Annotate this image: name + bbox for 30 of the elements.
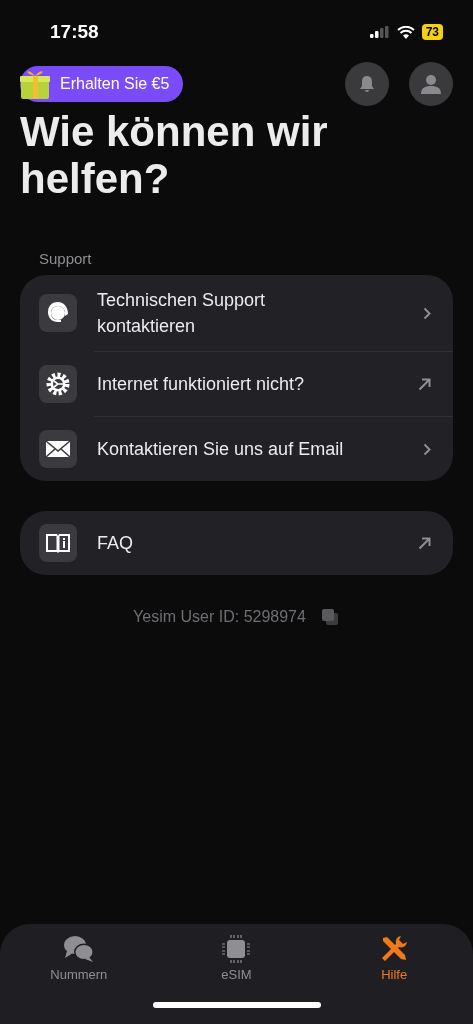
person-icon <box>420 73 442 95</box>
chevron-icon <box>423 442 431 456</box>
tab[interactable]: Nummern <box>33 934 124 982</box>
wifi-icon <box>396 25 415 39</box>
support-item[interactable]: Technischen Support kontaktieren <box>20 275 453 351</box>
support-item[interactable]: Internet funktioniert nicht? <box>20 352 453 416</box>
signal-icon <box>369 26 390 38</box>
battery-level: 73 <box>421 24 443 40</box>
headset-icon <box>39 294 77 332</box>
promo-button[interactable]: Erhalten Sie €5 <box>20 66 184 102</box>
tab[interactable]: Hilfe <box>349 934 440 982</box>
page-title: Wie können wir helfen? <box>20 108 329 202</box>
chevron-icon <box>423 306 431 320</box>
envelope-icon <box>39 430 77 468</box>
external-link-icon <box>418 377 431 391</box>
status-time: 17:58 <box>50 21 99 43</box>
user-id: Yesim User ID: 5298974 <box>133 608 306 626</box>
notifications-button[interactable] <box>345 62 389 106</box>
bell-icon <box>357 74 377 94</box>
support-item[interactable]: Kontaktieren Sie uns auf Email <box>20 417 453 481</box>
profile-button[interactable] <box>409 62 453 106</box>
book-icon <box>39 524 77 562</box>
chip-icon <box>221 934 252 964</box>
copy-icon[interactable] <box>319 607 340 627</box>
faq-item[interactable]: FAQ <box>20 511 453 575</box>
chat-bubbles-icon <box>62 934 95 964</box>
tab[interactable]: eSIM <box>191 934 282 982</box>
gear-icon <box>39 365 77 403</box>
section-heading: Support <box>39 250 93 267</box>
external-link-icon <box>418 536 431 550</box>
